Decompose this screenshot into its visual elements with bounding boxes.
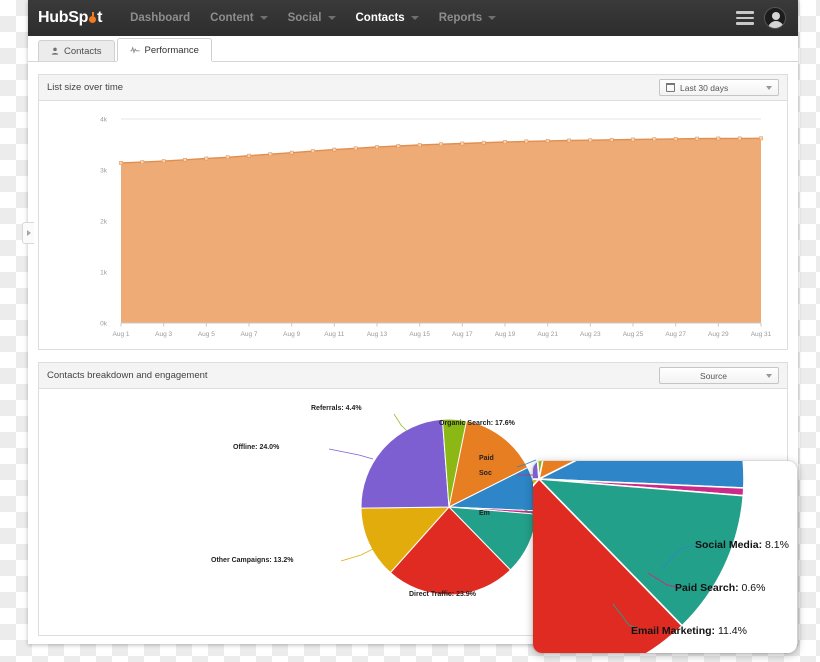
chevron-down-icon xyxy=(327,16,336,20)
inset-label-email-marketing: Email Marketing: 11.4% xyxy=(631,625,747,637)
nav-label: Reports xyxy=(438,12,483,24)
dimension-value: Source xyxy=(700,370,727,381)
x-tick: Aug 11 xyxy=(324,331,345,338)
pie-label-direct-traffic: Direct Traffic: 23.9% xyxy=(409,591,476,598)
nav-item-social[interactable]: Social xyxy=(288,12,336,24)
chevron-down-icon xyxy=(766,373,772,378)
hubspot-logo[interactable]: HubSp t xyxy=(38,9,102,27)
zoom-inset-panel: Social Media: 8.1% Paid Search: 0.6% Ema… xyxy=(533,461,797,653)
pie-label-email-marketing-clipped: Em xyxy=(479,510,490,517)
hamburger-icon[interactable] xyxy=(736,11,754,25)
y-tick: 2k xyxy=(100,219,108,226)
date-range-value: Last 30 days xyxy=(680,82,729,93)
x-tick: Aug 29 xyxy=(708,331,729,338)
nav-label: Content xyxy=(210,12,254,24)
x-tick: Aug 15 xyxy=(409,331,430,338)
pie-slice-offline[interactable] xyxy=(360,418,450,509)
y-tick: 1k xyxy=(100,270,108,277)
pie-label-other-campaigns: Other Campaigns: 13.2% xyxy=(211,557,294,564)
nav-label: Contacts xyxy=(355,12,405,24)
pie-label-referrals: Referrals: 4.4% xyxy=(311,405,362,412)
nav-item-contacts[interactable]: Contacts xyxy=(356,12,419,24)
chevron-down-icon xyxy=(488,16,497,20)
logo-text-right: t xyxy=(97,9,103,26)
pie-label-organic-search: Organic Search: 17.6% xyxy=(439,420,515,427)
x-tick: Aug 7 xyxy=(241,331,258,338)
panel-list-size-over-time: List size over time Last 30 days 4k 3k 2… xyxy=(38,74,788,350)
chevron-down-icon xyxy=(259,16,268,20)
nav-label: Dashboard xyxy=(130,12,191,24)
calendar-icon xyxy=(666,83,675,92)
dimension-selector[interactable]: Source xyxy=(659,367,779,384)
nav-item-dashboard[interactable]: Dashboard xyxy=(130,12,190,24)
x-tick: Aug 21 xyxy=(537,331,558,338)
y-tick: 3k xyxy=(100,168,108,175)
area-fill xyxy=(121,138,761,323)
y-tick: 0k xyxy=(100,321,108,328)
nav-item-reports[interactable]: Reports xyxy=(438,12,497,24)
tab-bar: Contacts Performance xyxy=(28,36,798,62)
x-tick: Aug 23 xyxy=(580,331,601,338)
nav-item-content[interactable]: Content xyxy=(210,12,268,24)
y-axis-tick-labels: 4k 3k 2k 1k 0k xyxy=(100,117,108,328)
user-avatar-icon[interactable] xyxy=(764,7,786,29)
panel-header: List size over time Last 30 days xyxy=(39,75,787,101)
x-tick: Aug 19 xyxy=(495,331,516,338)
panel-title: List size over time xyxy=(47,82,124,93)
x-tick: Aug 25 xyxy=(623,331,644,338)
x-tick: Aug 27 xyxy=(665,331,686,338)
pie-label-paid-search-clipped: Paid xyxy=(479,455,494,462)
x-tick: Aug 1 xyxy=(113,331,130,338)
tab-label: Contacts xyxy=(64,45,102,57)
x-tick: Aug 9 xyxy=(283,331,300,338)
inset-label-social-media: Social Media: 8.1% xyxy=(695,539,789,551)
x-tick: Aug 17 xyxy=(452,331,473,338)
top-navigation-bar: HubSp t Dashboard Content Social Contacts… xyxy=(28,0,798,36)
y-tick: 4k xyxy=(100,117,108,124)
x-tick: Aug 31 xyxy=(751,331,772,338)
chevron-right-icon xyxy=(26,230,31,236)
x-tick: Aug 3 xyxy=(155,331,172,338)
tab-contacts[interactable]: Contacts xyxy=(38,40,115,61)
sidebar-collapse-handle[interactable] xyxy=(22,222,34,244)
activity-icon xyxy=(129,46,140,54)
pie-label-social-media-clipped: Soc xyxy=(479,470,492,477)
chevron-down-icon xyxy=(766,85,772,90)
pie-slices xyxy=(360,418,538,596)
panel-title: Contacts breakdown and engagement xyxy=(47,370,208,381)
date-range-selector[interactable]: Last 30 days xyxy=(659,79,779,96)
panel-header: Contacts breakdown and engagement Source xyxy=(39,363,787,389)
tab-performance[interactable]: Performance xyxy=(116,38,212,61)
nav-label: Social xyxy=(287,12,322,24)
area-chart-container: 4k 3k 2k 1k 0k Aug 1 Aug 3 Aug 5 Aug 7 Aug 9… xyxy=(39,101,787,349)
person-icon xyxy=(51,47,59,55)
tab-label: Performance xyxy=(144,44,199,56)
nav-right-group xyxy=(736,0,786,36)
logo-text-left: HubSp xyxy=(38,9,89,26)
x-axis-tick-labels: Aug 1 Aug 3 Aug 5 Aug 7 Aug 9 Aug 11 Aug 13 Aug… xyxy=(113,323,772,338)
x-tick: Aug 13 xyxy=(367,331,388,338)
x-tick: Aug 5 xyxy=(198,331,215,338)
pie-label-offline: Offline: 24.0% xyxy=(233,444,280,451)
sprocket-icon xyxy=(88,11,97,23)
list-size-area-chart: 4k 3k 2k 1k 0k Aug 1 Aug 3 Aug 5 Aug 7 Aug 9… xyxy=(100,117,772,339)
inset-label-paid-search: Paid Search: 0.6% xyxy=(675,582,766,594)
chevron-down-icon xyxy=(410,16,419,20)
